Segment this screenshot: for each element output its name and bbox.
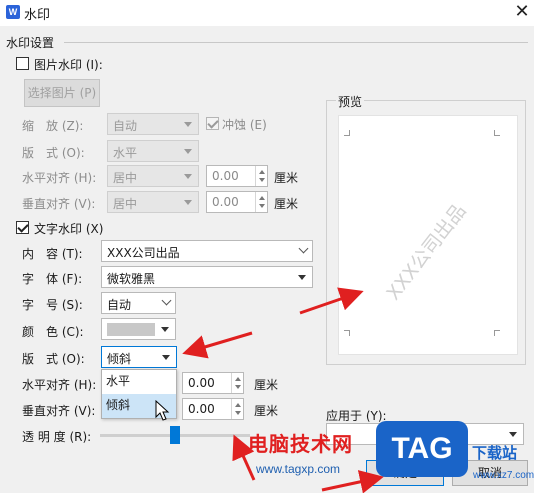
tag-site-url: www.xz7.com [473,470,534,481]
annotation-arrows [182,287,384,493]
site-url-watermark: www.tagxp.com [256,462,341,476]
site-brand-watermark: 电脑技术网 [248,432,353,456]
arrow-to-preview [299,287,364,315]
tag-site-name: 下载站 [472,444,518,462]
arrow-to-ok [321,470,384,493]
arrow-to-layout [182,331,253,359]
tag-logo: TAG [376,421,468,477]
